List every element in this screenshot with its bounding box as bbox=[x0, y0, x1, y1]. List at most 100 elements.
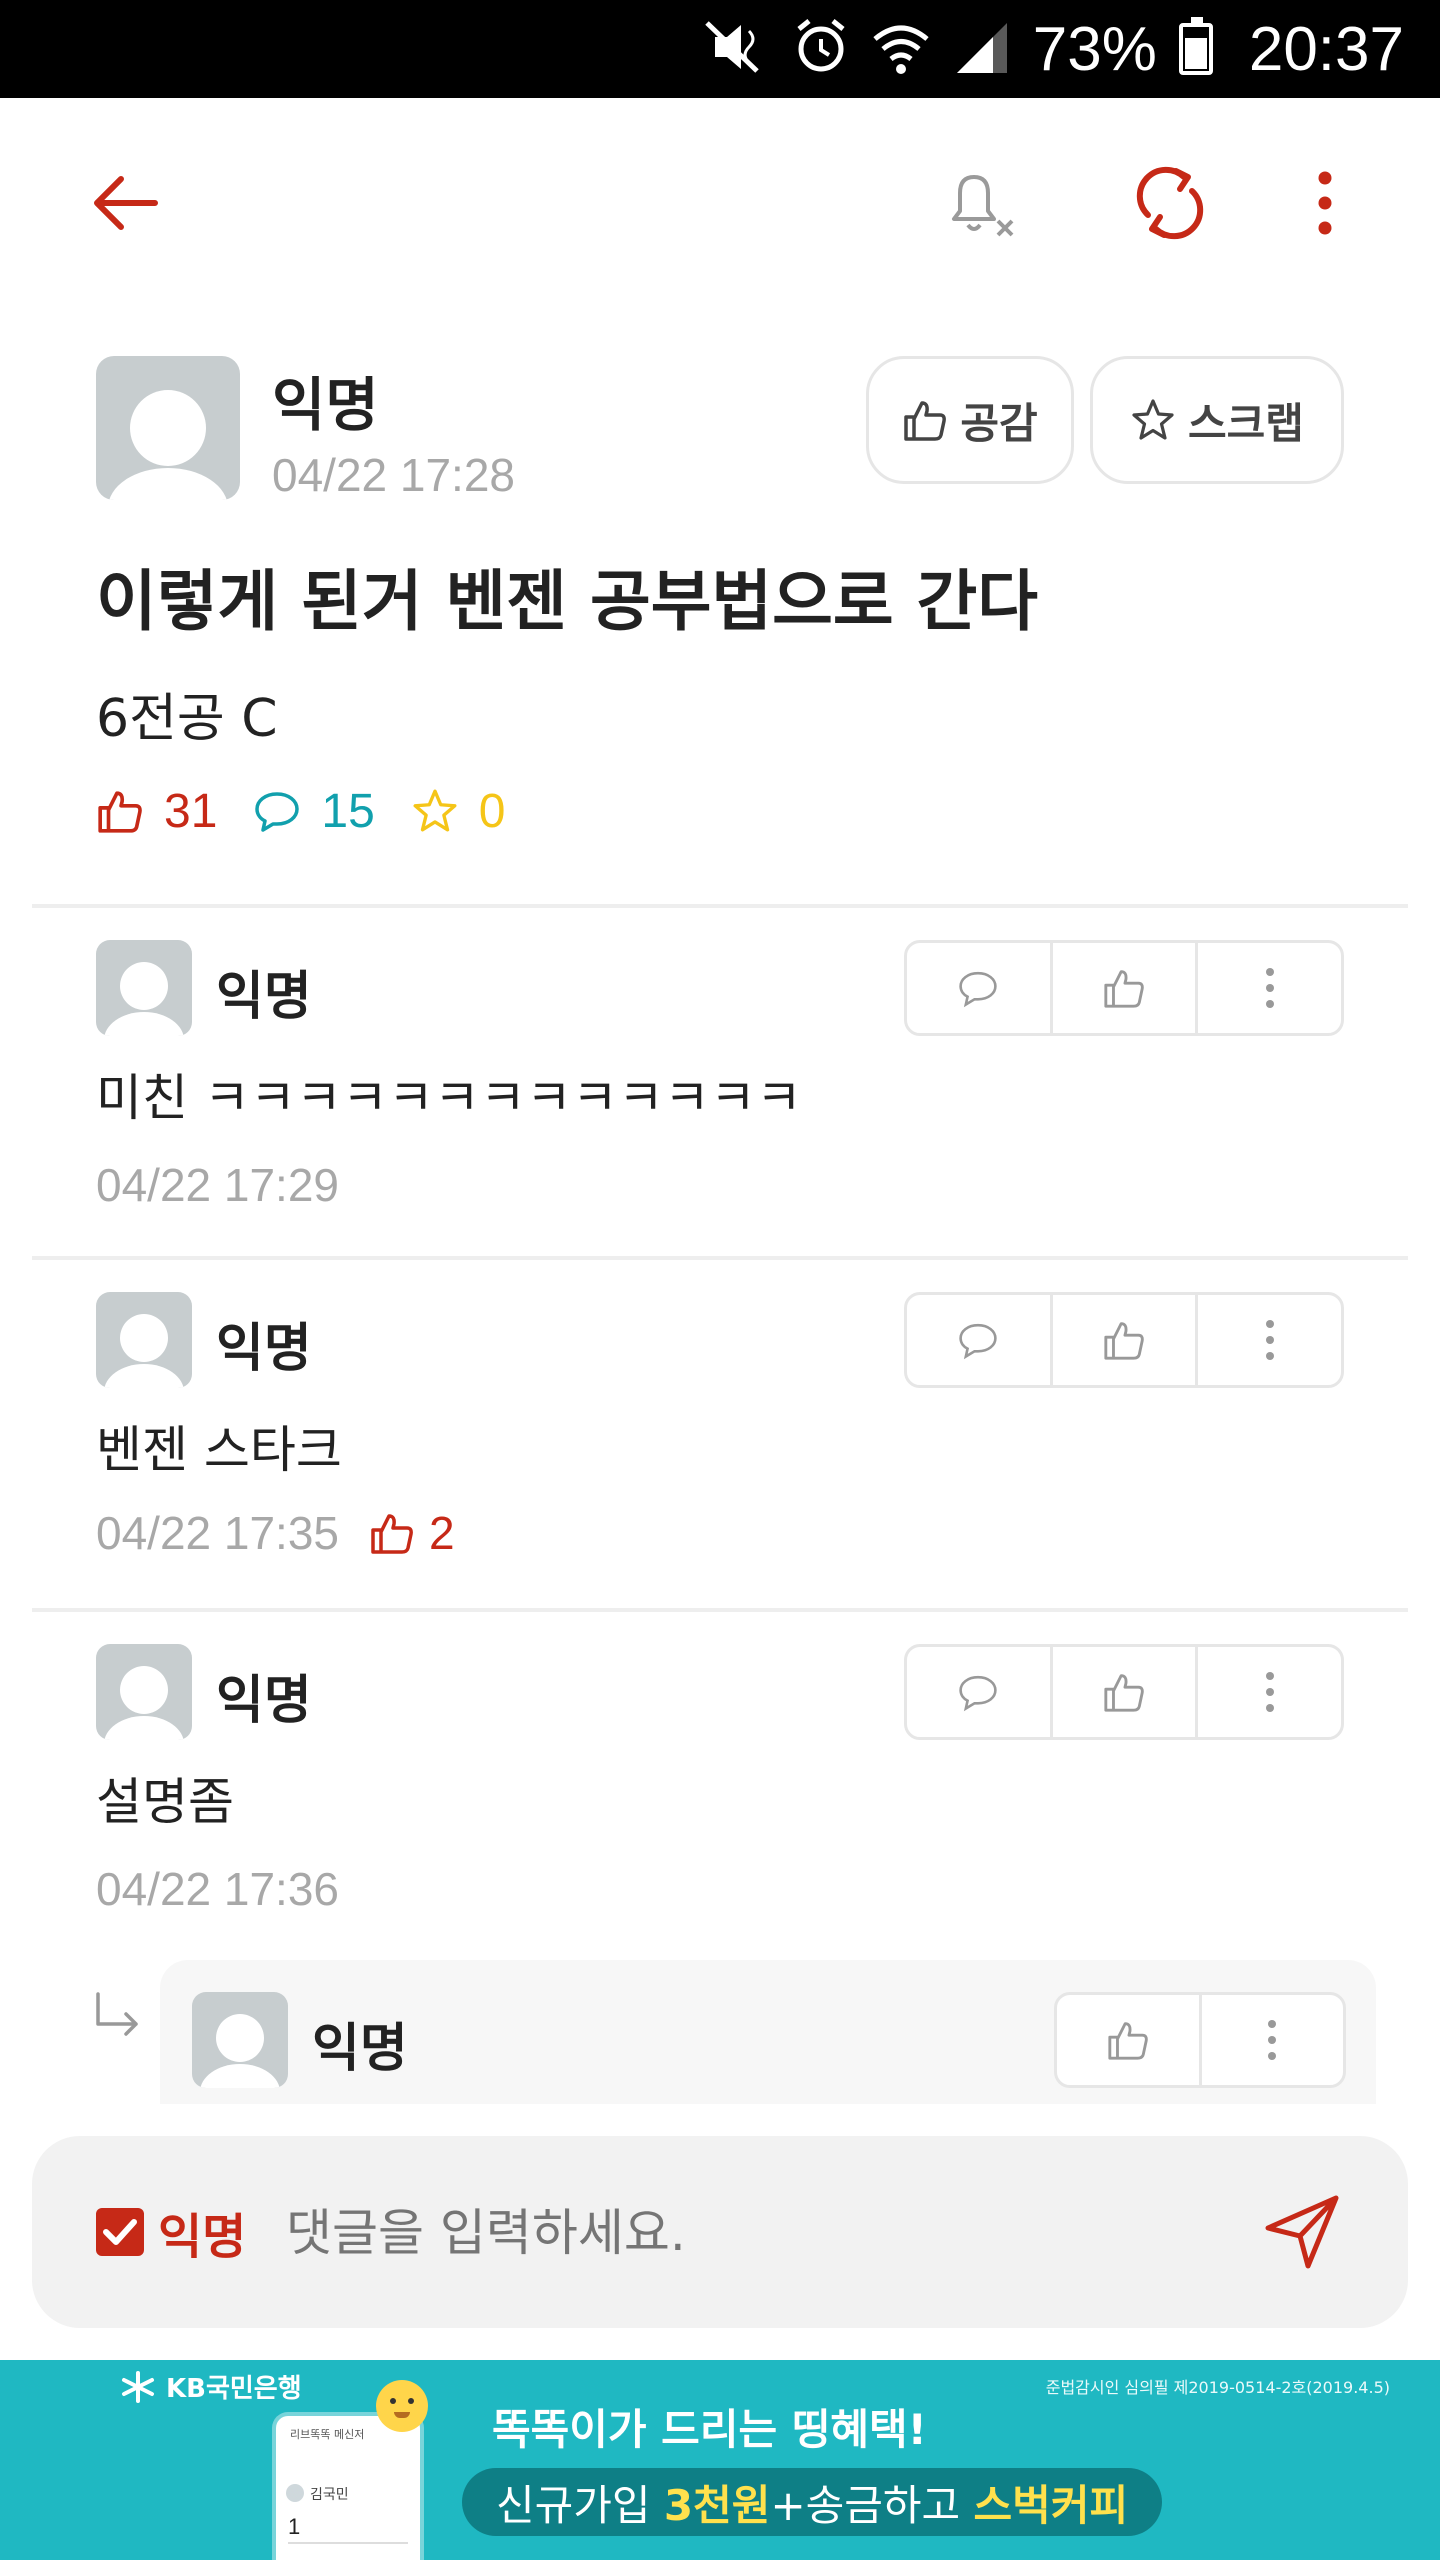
comment-like-button[interactable] bbox=[1053, 1295, 1199, 1385]
send-button[interactable] bbox=[1252, 2182, 1352, 2282]
post-author-avatar bbox=[96, 356, 240, 500]
ad-offer: 신규가입 3천원 +송금하고 스벅커피 bbox=[462, 2468, 1163, 2536]
comment-bubble-icon bbox=[959, 971, 998, 1008]
reply-arrow-icon bbox=[92, 1990, 142, 2044]
post-title: 이렇게 된거 벤젠 공부법으로 간다 bbox=[96, 563, 1038, 640]
signal-icon bbox=[953, 19, 1011, 79]
comment-like-button[interactable] bbox=[1053, 943, 1199, 1033]
comment-more-button[interactable] bbox=[1198, 1647, 1341, 1737]
comment-timestamp: 04/22 17:35 bbox=[96, 1507, 340, 1559]
post-author-name: 익명 bbox=[272, 371, 379, 439]
ad-offer-amount: 3천원 bbox=[663, 2480, 771, 2530]
comment-bubble-icon bbox=[959, 1323, 998, 1360]
post-body: 6전공 C bbox=[96, 689, 278, 749]
ad-banner[interactable]: KB국민은행 준법감시인 심의필 제2019-0514-2호(2019.4.5)… bbox=[0, 2360, 1440, 2560]
ad-headline: 똑똑이가 드리는 띵혜택! bbox=[492, 2405, 927, 2454]
more-vert-icon bbox=[1265, 1320, 1274, 1360]
more-vert-icon bbox=[1268, 2020, 1277, 2060]
reply-button[interactable] bbox=[907, 1647, 1053, 1737]
comment-more-button[interactable] bbox=[1198, 1295, 1341, 1385]
battery-percent: 73% bbox=[1032, 14, 1157, 84]
clock: 20:37 bbox=[1248, 14, 1404, 84]
comment-timestamp: 04/22 17:29 bbox=[96, 1159, 340, 1211]
thumbs-up-icon bbox=[98, 791, 142, 833]
scrap-button-label: 스크랩 bbox=[1188, 398, 1304, 448]
ad-card-value: 1 bbox=[288, 2514, 301, 2539]
divider bbox=[32, 1608, 1408, 1612]
ad-offer-mid: +송금하고 bbox=[770, 2480, 974, 2530]
like-button[interactable]: 공감 bbox=[866, 356, 1074, 484]
post-like-count: 31 bbox=[164, 784, 218, 838]
comment-avatar bbox=[96, 940, 192, 1036]
thumbs-up-icon bbox=[1104, 970, 1144, 1008]
ad-offer-reward: 스벅커피 bbox=[973, 2480, 1129, 2530]
comment-author: 익명 bbox=[216, 1319, 312, 1379]
like-button-label: 공감 bbox=[960, 398, 1038, 448]
post-scrap-count: 0 bbox=[478, 784, 506, 838]
reply-actions bbox=[1054, 1992, 1346, 2088]
battery-icon bbox=[1178, 17, 1213, 75]
ad-card-title: 리브똑똑 메신저 bbox=[290, 2428, 365, 2441]
ad-offer-pre: 신규가입 bbox=[496, 2480, 664, 2530]
comment-avatar bbox=[96, 1292, 192, 1388]
more-vert-icon bbox=[1265, 968, 1274, 1008]
checkbox-icon bbox=[96, 2208, 144, 2256]
comment-meta: 04/22 17:35 2 bbox=[96, 1506, 455, 1560]
comment-like-count: 2 bbox=[429, 1507, 455, 1559]
post-timestamp: 04/22 17:28 bbox=[272, 449, 516, 501]
status-bar: 73% 20:37 bbox=[0, 0, 1440, 98]
comment-text: 미친 ㅋㅋㅋㅋㅋㅋㅋㅋㅋㅋㅋㅋㅋ bbox=[96, 1069, 802, 1127]
comment-actions bbox=[904, 1644, 1344, 1740]
kb-star-icon bbox=[122, 2370, 154, 2403]
comment-bubble-icon bbox=[959, 1675, 998, 1712]
comment-like-button[interactable] bbox=[1053, 1647, 1199, 1737]
comment-actions bbox=[904, 940, 1344, 1036]
divider bbox=[32, 1256, 1408, 1260]
more-options-button[interactable] bbox=[1290, 148, 1360, 258]
ad-notice: 준법감시인 심의필 제2019-0514-2호(2019.4.5) bbox=[1045, 2378, 1390, 2397]
ad-mascot-icon bbox=[376, 2380, 428, 2432]
comment-timestamp: 04/22 17:36 bbox=[96, 1863, 340, 1915]
star-icon bbox=[1132, 399, 1174, 440]
thumbs-up-icon bbox=[1104, 1322, 1144, 1360]
alarm-icon bbox=[793, 17, 849, 81]
comment-more-button[interactable] bbox=[1198, 943, 1341, 1033]
top-app-bar bbox=[0, 98, 1440, 328]
more-vert-icon bbox=[1318, 171, 1332, 235]
comment-text: 설명좀 bbox=[96, 1773, 234, 1831]
thumbs-up-icon bbox=[904, 401, 947, 441]
reply-avatar bbox=[192, 1992, 288, 2088]
star-icon bbox=[413, 789, 457, 832]
back-button[interactable] bbox=[80, 148, 170, 258]
comment-text: 벤젠 스타크 bbox=[96, 1421, 342, 1479]
refresh-icon bbox=[1136, 166, 1204, 240]
reply-author: 익명 bbox=[312, 2019, 408, 2079]
mute-icon bbox=[701, 17, 771, 81]
comment-author: 익명 bbox=[216, 1671, 312, 1731]
post-comment-count: 15 bbox=[321, 784, 375, 838]
back-arrow-icon bbox=[94, 176, 158, 230]
thumbs-up-icon bbox=[371, 1514, 413, 1554]
reply-button[interactable] bbox=[907, 943, 1053, 1033]
reply-like-button[interactable] bbox=[1057, 1995, 1202, 2085]
wifi-icon bbox=[871, 17, 931, 81]
reply-more-button[interactable] bbox=[1202, 1995, 1344, 2085]
comment-bubble-icon bbox=[255, 792, 300, 832]
anonymous-toggle[interactable]: 익명 bbox=[96, 2196, 246, 2268]
reply-item: 익명 bbox=[160, 1960, 1376, 2104]
bell-off-icon bbox=[952, 175, 1014, 237]
post-stats: 31 15 0 bbox=[96, 776, 505, 846]
comment-input[interactable] bbox=[284, 2186, 1188, 2280]
scrap-button[interactable]: 스크랩 bbox=[1090, 356, 1344, 484]
divider bbox=[32, 904, 1408, 908]
ad-phone-card: 리브똑똑 메신저 김국민 1 bbox=[276, 2416, 420, 2560]
ad-card-name: 김국민 bbox=[310, 2487, 349, 2503]
notification-off-button[interactable] bbox=[930, 148, 1030, 258]
comment-composer: 익명 bbox=[32, 2136, 1408, 2328]
reply-button[interactable] bbox=[907, 1295, 1053, 1385]
more-vert-icon bbox=[1265, 1672, 1274, 1712]
refresh-button[interactable] bbox=[1120, 148, 1220, 258]
comment-author: 익명 bbox=[216, 967, 312, 1027]
anonymous-label: 익명 bbox=[158, 2209, 247, 2265]
thumbs-up-icon bbox=[1104, 1674, 1144, 1712]
